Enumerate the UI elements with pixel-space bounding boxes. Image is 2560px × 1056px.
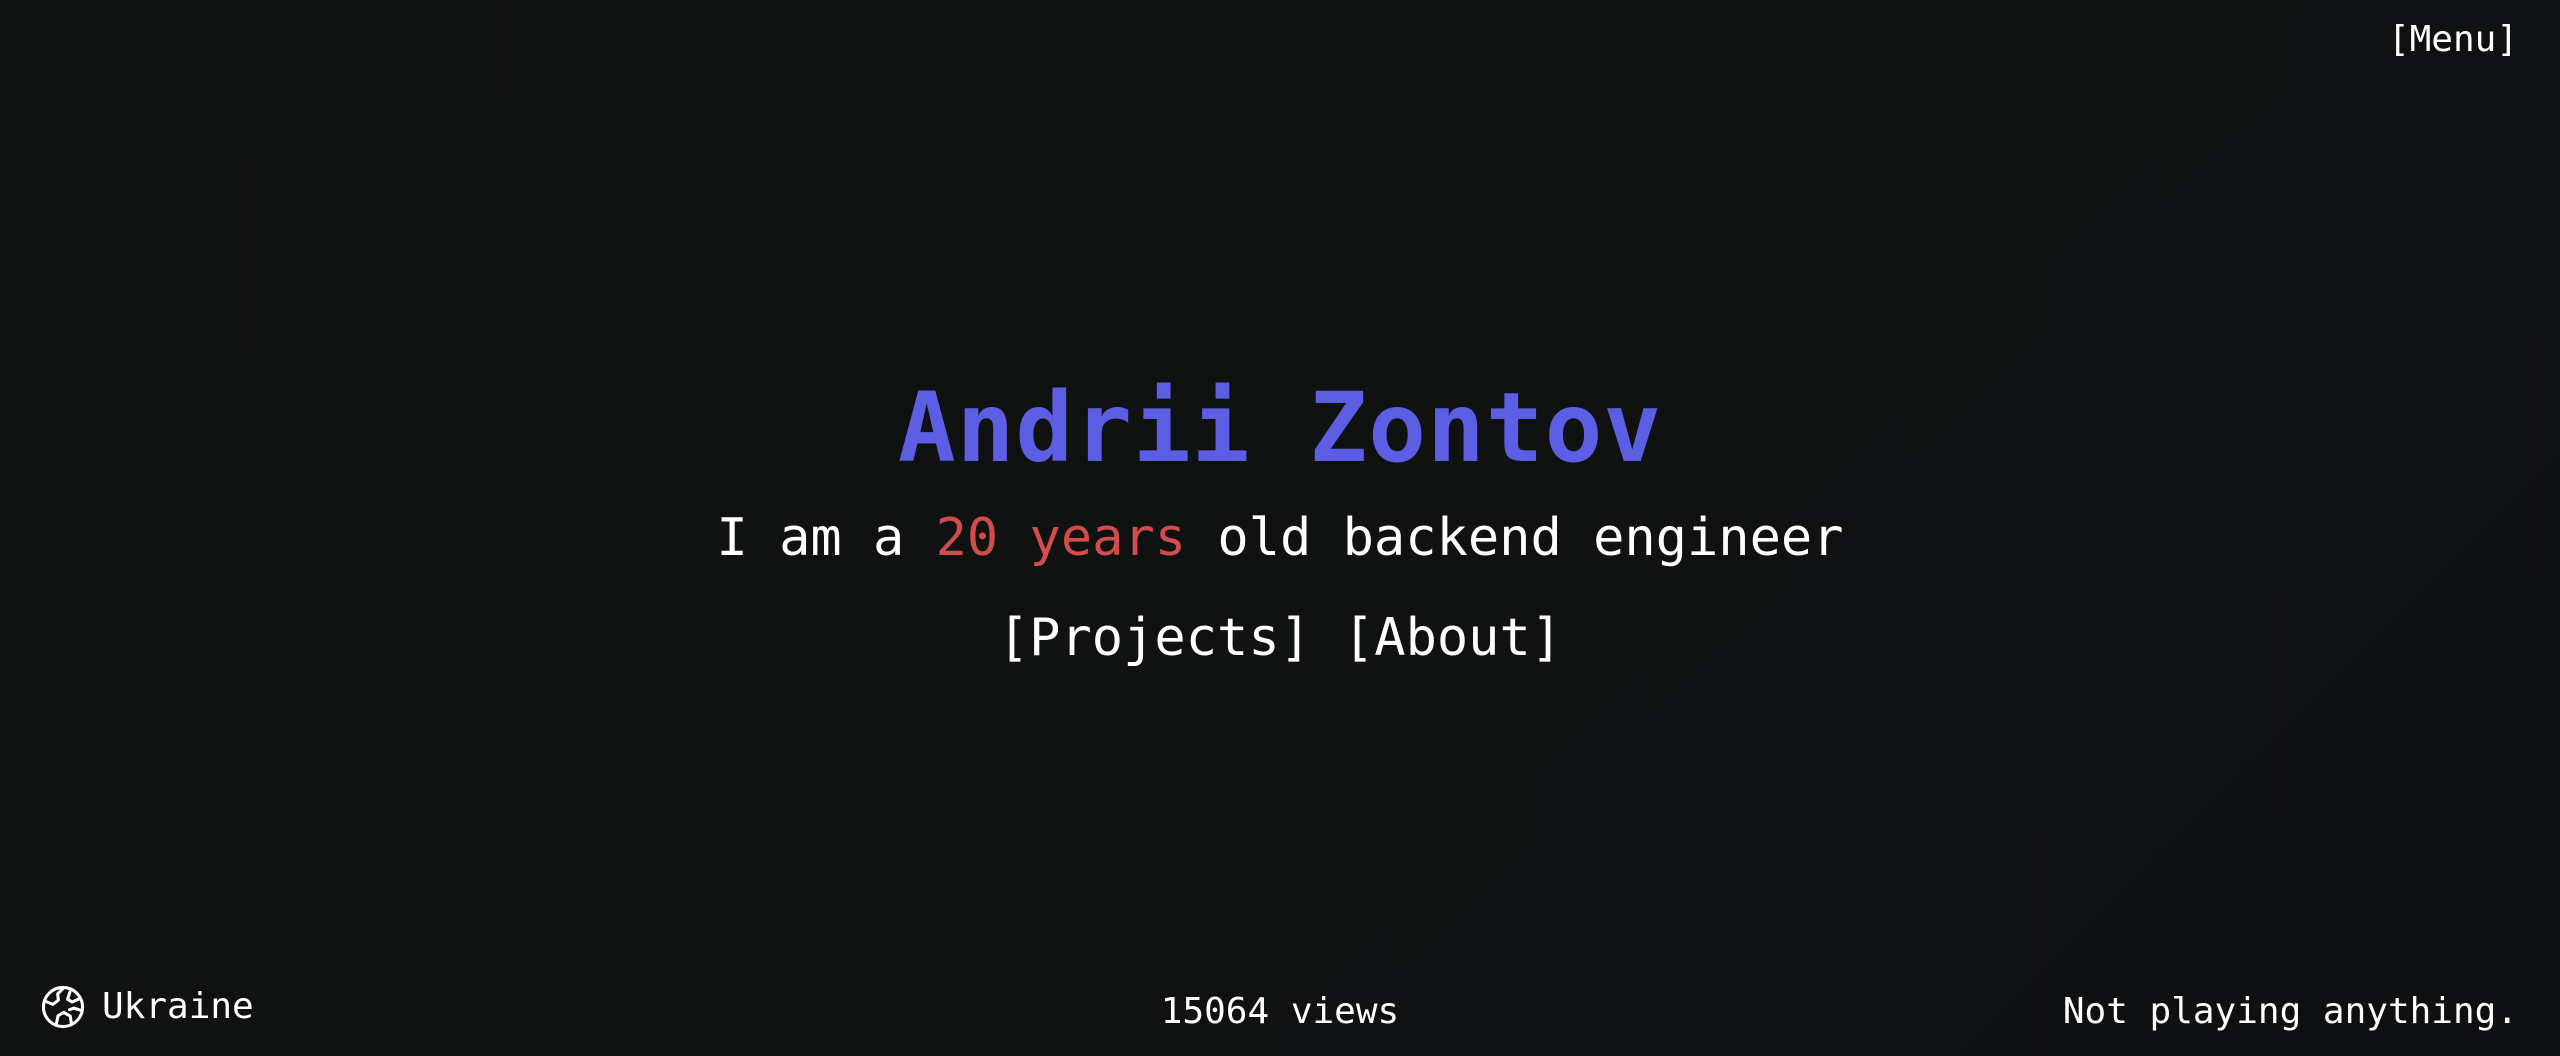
projects-link[interactable]: [Projects] (998, 608, 1311, 668)
tagline-prefix: I am a (716, 508, 936, 568)
menu-button[interactable]: [Menu] (2388, 22, 2518, 58)
page-title: Andrii Zontov (897, 372, 1663, 484)
tagline-suffix: old backend engineer (1186, 508, 1844, 568)
tagline: I am a 20 years old backend engineer (0, 512, 2560, 564)
age-highlight: 20 years (935, 508, 1187, 568)
about-link[interactable]: [About] (1343, 608, 1562, 668)
hero-section: Andrii Zontov I am a 20 years old backen… (0, 380, 2560, 664)
now-playing-status: Not playing anything. (2062, 991, 2518, 1032)
hero-nav: [Projects] [About] (0, 612, 2560, 664)
